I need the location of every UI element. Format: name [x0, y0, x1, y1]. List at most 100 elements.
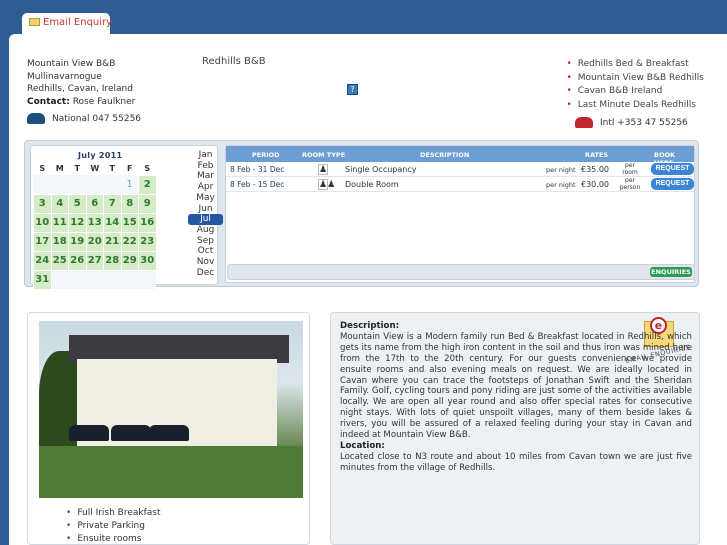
weekday-header: M	[55, 164, 64, 173]
rate-price: €35.00	[581, 165, 609, 174]
address-line-3: Redhills, Cavan, Ireland	[27, 84, 133, 94]
calendar-day[interactable]: 5	[68, 193, 87, 214]
calendar-empty-cell	[138, 270, 156, 289]
calendar-day[interactable]: 10	[33, 212, 52, 233]
photo-car	[111, 425, 151, 441]
calendar-day[interactable]: 30	[138, 250, 157, 271]
request-button[interactable]: REQUEST	[651, 178, 694, 190]
enquiries-button[interactable]: ENQUIRIES	[650, 267, 692, 277]
calendar-empty-cell	[33, 175, 51, 194]
calendar-day[interactable]: 17	[33, 231, 52, 252]
calendar-empty-cell	[121, 270, 139, 289]
help-icon[interactable]: ?	[347, 84, 358, 95]
calendar-day[interactable]: 22	[120, 231, 139, 252]
description-heading: Description:	[340, 321, 400, 331]
calendar-day[interactable]: 4	[50, 193, 69, 214]
booking-widget: July 2011 S M T W T F S 1 2 3 4 5 6 7 8 …	[24, 140, 699, 290]
calendar-day[interactable]: 6	[85, 193, 104, 214]
month-item[interactable]: Apr	[188, 182, 223, 193]
rate-row: 8 Feb - 31 Dec ♟ Single Occupancy per ni…	[226, 162, 694, 177]
calendar-day[interactable]: 12	[68, 212, 87, 233]
month-item[interactable]: Jun	[188, 204, 223, 215]
calendar-empty-cell	[86, 270, 104, 289]
related-links: Redhills Bed & Breakfast Mountain View B…	[566, 58, 704, 112]
month-item-selected[interactable]: Jul	[188, 214, 223, 225]
calendar-day[interactable]: 24	[33, 250, 52, 271]
calendar-month-title: July 2011	[78, 151, 123, 160]
calendar-day[interactable]: 14	[103, 212, 122, 233]
calendar-day[interactable]: 28	[103, 250, 122, 271]
description-text-block: Description: Mountain View is a Modern f…	[340, 321, 692, 474]
calendar-day[interactable]: 9	[138, 193, 157, 214]
header-room-type: Room Type	[302, 151, 346, 159]
calendar-day[interactable]: 15	[120, 212, 139, 233]
link-cavan-bb-ireland[interactable]: Cavan B&B Ireland	[566, 85, 704, 99]
weekday-header: S	[144, 163, 151, 173]
feature-item: Ensuite rooms	[66, 533, 161, 545]
rate-unit: per night	[546, 181, 576, 189]
single-person-icon: ♟	[318, 164, 328, 175]
calendar-day[interactable]: 20	[85, 231, 104, 252]
description-body: Mountain View is a Modern family run Bed…	[340, 331, 692, 441]
rates-table: Period Room Type Description Rates Book …	[225, 145, 695, 283]
international-phone: Intl +353 47 55256	[575, 117, 688, 128]
month-item[interactable]: Jan	[188, 150, 223, 161]
request-button[interactable]: REQUEST	[651, 163, 694, 175]
contact-label: Contact:	[27, 96, 70, 107]
calendar-day[interactable]: 16	[138, 212, 157, 233]
intl-phone-text: Intl +353 47 55256	[600, 118, 688, 128]
month-item[interactable]: Aug	[188, 225, 223, 236]
calendar-day[interactable]: 1	[121, 175, 139, 194]
rate-description: Double Room	[345, 180, 399, 189]
calendar-day[interactable]: 13	[85, 212, 104, 233]
link-mountain-view-redhills[interactable]: Mountain View B&B Redhills	[566, 72, 704, 86]
month-item[interactable]: Dec	[188, 268, 223, 279]
rate-period: 8 Feb - 31 Dec	[230, 165, 285, 174]
calendar-day[interactable]: 25	[50, 250, 69, 271]
email-enquiry-tab[interactable]: Email Enquiry	[22, 13, 112, 35]
month-item[interactable]: Oct	[188, 246, 223, 257]
page-title: Redhills B&B	[202, 56, 266, 67]
calendar-empty-cell	[51, 270, 69, 289]
header-rates: Rates	[585, 151, 609, 159]
calendar-empty-cell	[86, 175, 104, 194]
month-item[interactable]: Mar	[188, 171, 223, 182]
calendar-day[interactable]: 3	[33, 193, 52, 214]
telephone-icon	[575, 117, 593, 128]
description-panel: e EMAIL ENQUIRIES Description: Mountain …	[330, 312, 700, 545]
calendar-day[interactable]: 31	[33, 269, 52, 290]
location-body: Located close to N3 route and about 10 m…	[340, 451, 692, 473]
calendar-day[interactable]: 11	[50, 212, 69, 233]
national-phone-text: National 047 55256	[52, 114, 142, 124]
link-last-minute-deals[interactable]: Last Minute Deals Redhills	[566, 99, 704, 113]
calendar-day[interactable]: 19	[68, 231, 87, 252]
rates-footer: ENQUIRIES	[227, 264, 695, 280]
calendar-empty-cell	[103, 270, 121, 289]
weekday-header: S	[39, 164, 46, 173]
rate-per: per person	[619, 177, 641, 191]
calendar-day[interactable]: 27	[85, 250, 104, 271]
calendar-day[interactable]: 29	[120, 250, 139, 271]
house-photo	[39, 321, 303, 498]
link-redhills-bed-breakfast[interactable]: Redhills Bed & Breakfast	[566, 58, 704, 72]
photo-car	[69, 425, 109, 441]
contact-name: Rose Faulkner	[72, 96, 136, 107]
header-description: Description	[420, 151, 470, 159]
month-item[interactable]: Feb	[188, 161, 223, 172]
envelope-icon	[29, 18, 40, 26]
month-item[interactable]: Sep	[188, 236, 223, 247]
month-item[interactable]: Nov	[188, 257, 223, 268]
calendar-day[interactable]: 21	[103, 231, 122, 252]
calendar-day[interactable]: 2	[138, 174, 157, 195]
calendar-day[interactable]: 8	[120, 193, 139, 214]
month-selector: Jan Feb Mar Apr May Jun Jul Aug Sep Oct …	[188, 150, 223, 278]
calendar-empty-cell	[68, 270, 86, 289]
calendar-day[interactable]: 18	[50, 231, 69, 252]
calendar-day[interactable]: 23	[138, 231, 157, 252]
calendar-day[interactable]: 7	[103, 193, 122, 214]
month-item[interactable]: May	[188, 193, 223, 204]
calendar-day[interactable]: 26	[68, 250, 87, 271]
weekday-header: T	[109, 164, 115, 173]
weekday-header: T	[74, 164, 80, 173]
rate-period: 8 Feb - 15 Dec	[230, 180, 285, 189]
